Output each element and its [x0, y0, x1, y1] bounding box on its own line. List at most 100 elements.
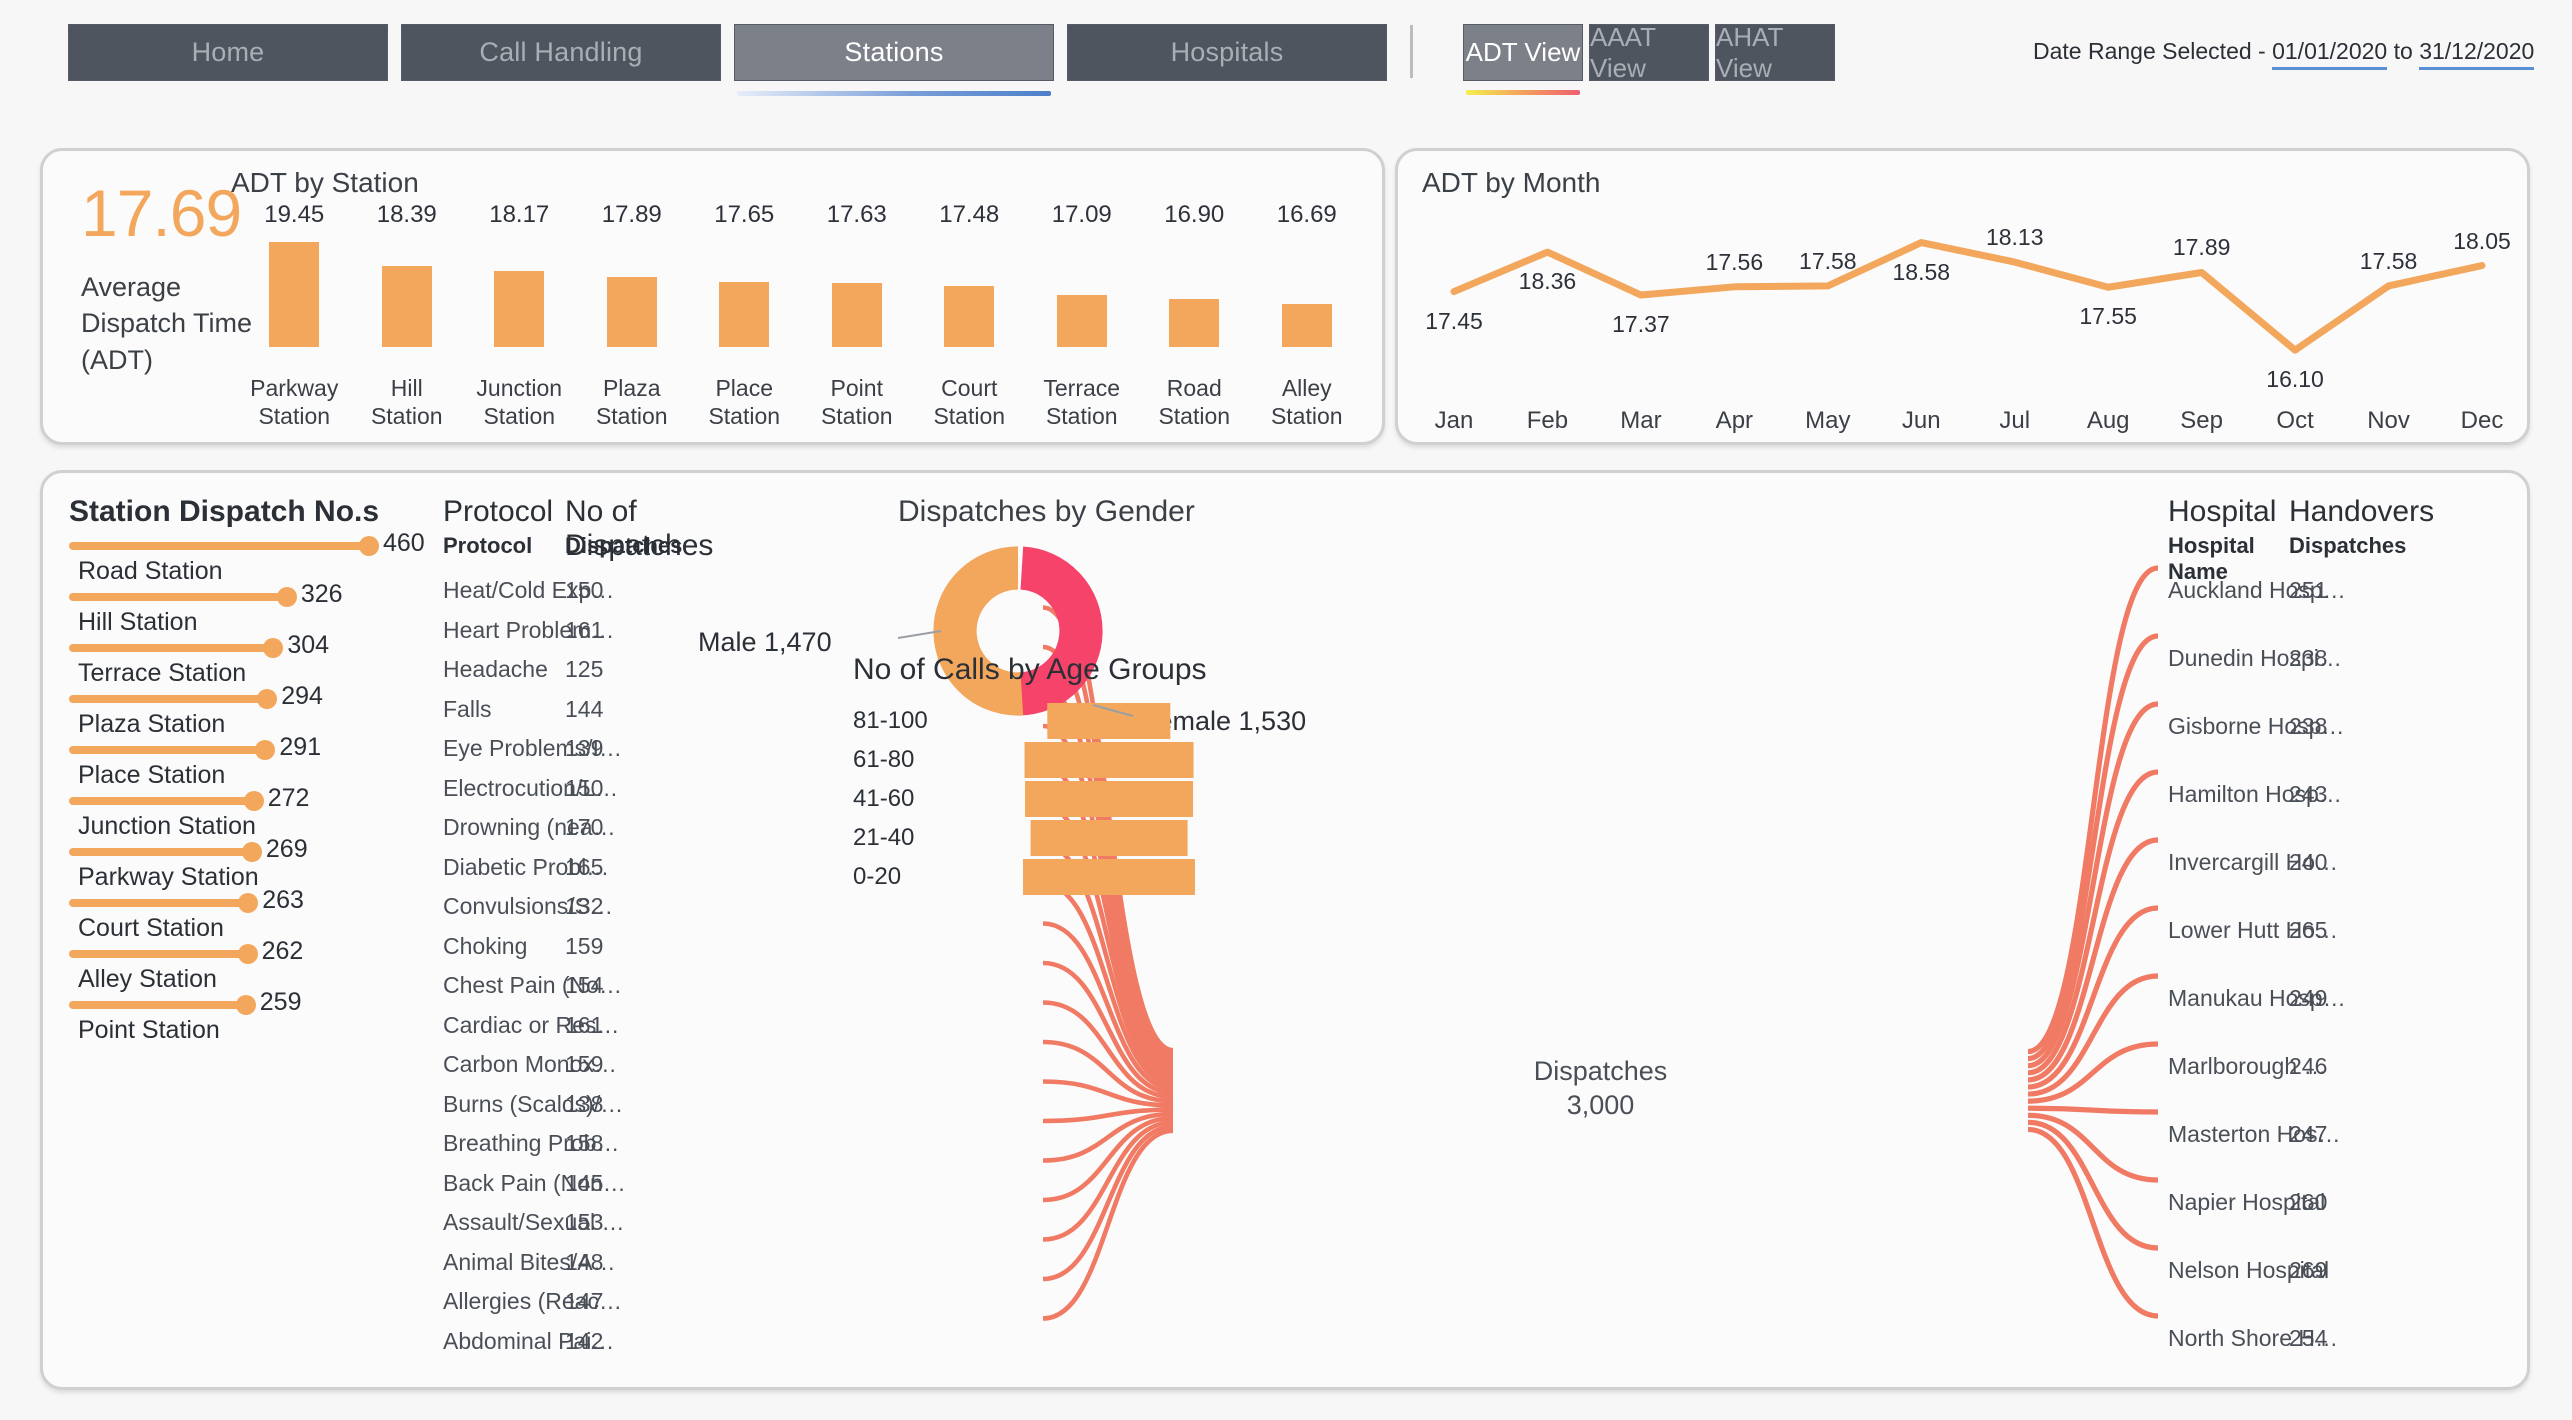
nav-tab-home[interactable]: Home — [68, 24, 388, 81]
station-dispatch-row[interactable]: 304 Terrace Station — [69, 631, 399, 688]
station-dispatch-list: 460 Road Station 326 Hill Station 304 Terrace… — [69, 529, 425, 1045]
age-group-bar[interactable] — [1030, 819, 1188, 856]
age-group-bar-track — [945, 741, 1273, 778]
station-column[interactable]: 19.45 Parkway Station — [238, 201, 351, 431]
station-column-bar[interactable] — [1056, 294, 1107, 347]
protocol-cell-dispatches: 150 — [565, 577, 604, 603]
adt-by-station-card: ADT by Station 17.69 Average Dispatch Ti… — [40, 148, 1385, 445]
station-dispatch-dot[interactable] — [359, 536, 379, 556]
station-dispatch-row[interactable]: 259 Point Station — [69, 988, 399, 1045]
station-column[interactable]: 17.89 Plaza Station — [576, 201, 689, 431]
station-column-bar[interactable] — [1281, 303, 1332, 347]
station-column[interactable]: 18.17 Junction Station — [463, 201, 576, 431]
station-column-bar[interactable] — [944, 285, 995, 347]
station-column-bar[interactable] — [269, 242, 320, 347]
sankey-link — [1042, 1120, 1174, 1242]
station-column[interactable]: 17.09 Terrace Station — [1026, 201, 1139, 431]
station-dispatch-dot[interactable] — [257, 689, 278, 709]
age-group-bar[interactable] — [1025, 780, 1193, 817]
station-dispatch-label: Alley Station — [78, 965, 217, 993]
station-column-bar[interactable] — [1169, 298, 1220, 347]
station-dispatch-value: 326 — [300, 580, 343, 608]
age-group-row[interactable]: 41-60 — [853, 779, 1273, 818]
age-group-row[interactable]: 81-100 — [853, 701, 1273, 740]
age-group-row[interactable]: 21-40 — [853, 818, 1273, 857]
protocol-cell-name[interactable]: Falls — [443, 696, 492, 723]
sankey-link — [1042, 1107, 1174, 1124]
station-dispatch-dot[interactable] — [235, 995, 256, 1015]
sankey-link — [2027, 769, 2159, 1076]
station-dispatch-track — [69, 1001, 246, 1009]
station-dispatch-dot[interactable] — [243, 791, 264, 811]
station-dispatch-row[interactable]: 262 Alley Station — [69, 937, 399, 994]
station-dispatch-dot[interactable] — [237, 944, 258, 964]
age-group-bar[interactable] — [1023, 858, 1195, 895]
station-dispatch-value: 460 — [383, 529, 425, 557]
station-column[interactable]: 17.63 Point Station — [801, 201, 914, 431]
station-column-bar[interactable] — [494, 270, 545, 347]
station-dispatch-row[interactable]: 263 Court Station — [69, 886, 399, 943]
station-dispatch-dot[interactable] — [276, 587, 297, 607]
age-group-label: 41-60 — [853, 784, 915, 812]
sankey-center-node: Dispatches 3,000 — [1183, 1055, 2018, 1123]
protocol-cell-dispatches: 161 — [565, 1011, 604, 1038]
date-range-prefix: Date Range Selected - — [2033, 38, 2273, 64]
station-column[interactable]: 17.65 Place Station — [688, 201, 801, 431]
hospital-cell-dispatches: 265 — [2289, 917, 2328, 943]
station-column-label: Parkway Station — [250, 374, 339, 430]
hospital-cell-dispatches: 247 — [2289, 1121, 2328, 1147]
view-tab-ahat-view[interactable]: AHAT View — [1715, 22, 1835, 83]
station-dispatch-row[interactable]: 272 Junction Station — [69, 784, 399, 841]
date-range-to[interactable]: 31/12/2020 — [2419, 38, 2535, 70]
station-dispatch-dot[interactable] — [263, 638, 284, 658]
station-column-value: 16.90 — [1164, 201, 1225, 228]
view-tab-adt-view[interactable]: ADT View — [1463, 24, 1583, 95]
station-dispatch-row[interactable]: 291 Place Station — [69, 733, 399, 790]
protocol-cell-dispatches: 159 — [565, 1051, 604, 1077]
station-dispatch-track — [69, 746, 266, 754]
protocol-cell-dispatches: 161 — [565, 616, 604, 643]
age-group-row[interactable]: 0-20 — [853, 857, 1273, 896]
station-dispatch-label: Parkway Station — [78, 863, 259, 891]
sankey-link — [2027, 837, 2159, 1083]
protocol-cell-dispatches: 154 — [565, 972, 604, 998]
hospital-cell-dispatches: 240 — [2289, 849, 2328, 875]
age-group-row[interactable]: 61-80 — [853, 740, 1273, 779]
adt-by-month-chart: 17.45 Jan 18.36 Feb 17.37 Mar 17.56 Apr 17.58 May… — [1425, 203, 2511, 435]
sankey-link — [1042, 881, 1174, 1087]
view-tab-label: ADT View — [1465, 37, 1581, 67]
station-column-bar[interactable] — [831, 282, 882, 347]
station-dispatch-row[interactable]: 326 Hill Station — [69, 580, 399, 637]
view-tab-aaat-view[interactable]: AAAT View — [1589, 22, 1709, 83]
station-column-bar[interactable] — [606, 276, 657, 347]
month-axis-tick: Aug — [2086, 407, 2130, 434]
month-axis-tick: Oct — [2276, 407, 2314, 434]
station-column-bar[interactable] — [719, 282, 770, 347]
month-value-label: 17.89 — [2172, 234, 2231, 261]
protocol-cell-name[interactable]: Headache — [443, 656, 548, 683]
station-column[interactable]: 17.48 Court Station — [913, 201, 1026, 431]
station-dispatch-dot[interactable] — [255, 740, 276, 760]
month-axis-tick: May — [1805, 407, 1851, 434]
sankey-link — [1042, 1079, 1174, 1108]
age-group-bar[interactable] — [1047, 702, 1171, 739]
station-dispatch-row[interactable]: 294 Plaza Station — [69, 682, 399, 739]
station-dispatch-row[interactable]: 460 Road Station — [69, 529, 425, 586]
nav-tab-hospitals[interactable]: Hospitals — [1067, 24, 1387, 81]
nav-tab-call-handling[interactable]: Call Handling — [401, 24, 721, 81]
date-range-from[interactable]: 01/01/2020 — [2272, 38, 2388, 70]
station-column-label: Road Station — [1158, 374, 1231, 430]
station-dispatch-row[interactable]: 269 Parkway Station — [69, 835, 399, 892]
nav-tab-stations[interactable]: Stations — [734, 24, 1054, 96]
station-column[interactable]: 18.39 Hill Station — [351, 201, 464, 431]
station-dispatch-dot[interactable] — [241, 842, 262, 862]
age-group-bar[interactable] — [1024, 741, 1194, 778]
month-value-label: 17.55 — [2079, 303, 2137, 330]
date-range-joiner: to — [2387, 38, 2420, 64]
station-column[interactable]: 16.69 Alley Station — [1251, 201, 1364, 431]
station-column-value: 17.48 — [939, 201, 1000, 228]
station-dispatch-dot[interactable] — [238, 893, 259, 913]
station-column-bar[interactable] — [381, 265, 432, 347]
station-column[interactable]: 16.90 Road Station — [1138, 201, 1251, 431]
protocol-cell-name[interactable]: Choking — [443, 933, 527, 960]
